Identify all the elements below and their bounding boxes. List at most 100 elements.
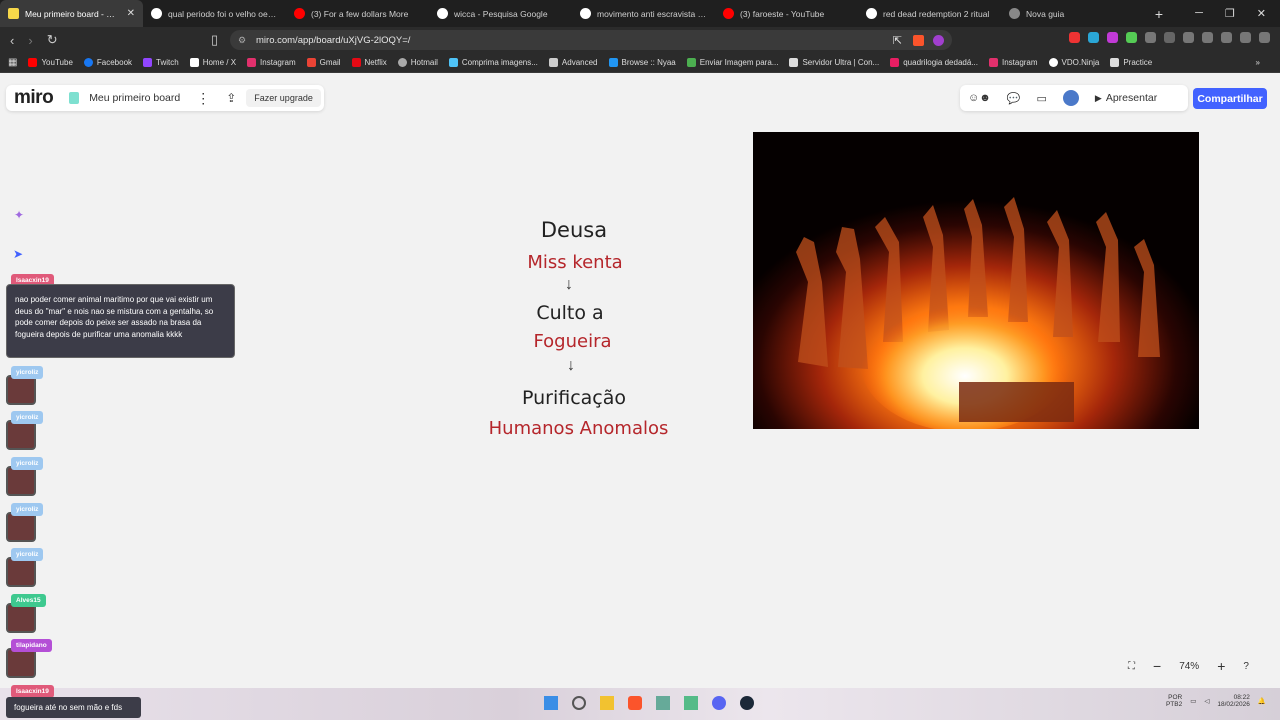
reactions-icon[interactable]: ☺☻ bbox=[968, 92, 991, 104]
tab-title: red dead redemption 2 ritual bbox=[883, 8, 990, 19]
comments-icon[interactable]: 💬 bbox=[1007, 92, 1021, 105]
keyboard-language[interactable]: POR bbox=[1166, 694, 1182, 701]
flow-humanos-anomalos[interactable]: Humanos Anomalos bbox=[476, 418, 681, 439]
bookmark-youtube[interactable]: YouTube bbox=[28, 58, 73, 67]
app-icon[interactable] bbox=[656, 696, 670, 710]
extension-icon[interactable] bbox=[1088, 32, 1099, 43]
board-title[interactable]: Meu primeiro board bbox=[89, 92, 180, 104]
bookmark-enviar-imagem[interactable]: Enviar Imagem para... bbox=[686, 58, 778, 67]
apps-grid-icon[interactable]: ▦ bbox=[8, 57, 17, 68]
upgrade-button[interactable]: Fazer upgrade bbox=[246, 89, 321, 107]
notification-icon[interactable]: 🔔 bbox=[1258, 697, 1266, 705]
bookmark-advanced[interactable]: Advanced bbox=[548, 58, 598, 67]
url-text: miro.com/app/board/uXjVG-2lOQY=/ bbox=[256, 34, 411, 46]
share-button[interactable]: Compartilhar bbox=[1193, 88, 1267, 109]
menu-icon[interactable] bbox=[1259, 32, 1270, 43]
shield-icon bbox=[1009, 8, 1020, 19]
bonfire-ritual-image[interactable] bbox=[753, 132, 1199, 429]
video-call-icon[interactable]: ▭ bbox=[1037, 92, 1047, 105]
zoom-in-icon[interactable]: + bbox=[1217, 658, 1225, 674]
vpn-icon[interactable] bbox=[1240, 32, 1251, 43]
bookmark-facebook[interactable]: Facebook bbox=[83, 58, 132, 67]
extension-icon[interactable] bbox=[1069, 32, 1080, 43]
bookmark-practice[interactable]: Practice bbox=[1110, 58, 1152, 67]
board-header-panel: miro Meu primeiro board ⋮ ⇪ Fazer upgrad… bbox=[6, 85, 324, 111]
wallet-icon[interactable] bbox=[1221, 32, 1232, 43]
close-window-icon[interactable]: ✕ bbox=[1257, 7, 1266, 20]
bookmark-netflix[interactable]: Netflix bbox=[351, 58, 387, 67]
maximize-icon[interactable]: ❐ bbox=[1225, 7, 1235, 20]
windows-start-icon[interactable] bbox=[544, 696, 558, 710]
tab-youtube-faroeste[interactable]: (3) faroeste - YouTube bbox=[715, 0, 858, 27]
extension-icon[interactable] bbox=[1164, 32, 1175, 43]
help-icon[interactable]: ? bbox=[1243, 661, 1249, 672]
zoom-level[interactable]: 74% bbox=[1179, 661, 1199, 672]
sidebar-icon[interactable] bbox=[1202, 32, 1213, 43]
search-icon[interactable] bbox=[572, 696, 586, 710]
bookmark-hotmail[interactable]: Hotmail bbox=[397, 58, 438, 67]
arrow-down-icon: ↓ bbox=[565, 276, 573, 293]
brave-icon[interactable] bbox=[628, 696, 642, 710]
tab-red-dead[interactable]: red dead redemption 2 ritual bbox=[858, 0, 1001, 27]
export-icon[interactable]: ⇪ bbox=[226, 91, 236, 105]
more-bookmarks-icon[interactable]: » bbox=[1256, 58, 1260, 67]
present-button[interactable]: Apresentar bbox=[1106, 92, 1157, 104]
network-icon[interactable]: ▭ bbox=[1190, 697, 1196, 705]
flow-purificacao[interactable]: Purificação bbox=[504, 387, 644, 409]
music-icon[interactable] bbox=[1183, 32, 1194, 43]
fit-screen-icon[interactable]: ⛶ bbox=[1128, 661, 1135, 672]
brave-rewards-icon[interactable] bbox=[933, 34, 944, 46]
tab-wicca[interactable]: wicca - Pesquisa Google bbox=[429, 0, 572, 27]
bookmark-servidor[interactable]: Servidor Ultra | Con... bbox=[789, 58, 879, 67]
app-icon[interactable] bbox=[684, 696, 698, 710]
flow-deusa[interactable]: Deusa bbox=[514, 218, 634, 242]
site-info-icon[interactable]: ⚙ bbox=[238, 35, 246, 46]
select-tool-icon[interactable]: ➤ bbox=[13, 247, 23, 261]
share-page-icon[interactable]: ⇱ bbox=[893, 34, 902, 47]
reload-icon[interactable]: ↻ bbox=[47, 32, 58, 48]
tab-miro[interactable]: Meu primeiro board - Miro ✕ bbox=[0, 0, 143, 27]
bookmark-instagram-2[interactable]: Instagram bbox=[988, 58, 1038, 67]
flow-fogueira[interactable]: Fogueira bbox=[510, 331, 635, 352]
avatar[interactable] bbox=[1062, 90, 1079, 106]
tab-anti-escravista[interactable]: movimento anti escravista - Pe bbox=[572, 0, 715, 27]
bookmark-icon[interactable]: ▯ bbox=[211, 32, 218, 48]
url-input[interactable]: ⚙ miro.com/app/board/uXjVG-2lOQY=/ ⇱ bbox=[230, 30, 952, 50]
instagram-icon bbox=[988, 58, 998, 67]
zoom-out-icon[interactable]: − bbox=[1153, 658, 1161, 674]
flow-miss-kenta[interactable]: Miss kenta bbox=[505, 252, 645, 273]
more-options-icon[interactable]: ⋮ bbox=[196, 90, 210, 107]
new-tab-button[interactable]: + bbox=[1148, 6, 1170, 22]
close-tab-icon[interactable]: ✕ bbox=[127, 8, 135, 19]
bookmark-comprima[interactable]: Comprima imagens... bbox=[448, 58, 538, 67]
flow-culto-a[interactable]: Culto a bbox=[510, 302, 630, 324]
bookmark-nyaa[interactable]: Browse :: Nyaa bbox=[608, 58, 676, 67]
clock-date[interactable]: 18/02/2026 bbox=[1217, 701, 1250, 708]
volume-icon[interactable]: ◁ bbox=[1204, 697, 1209, 705]
bookmark-quadrilogia[interactable]: quadrilogia dedadá... bbox=[890, 58, 978, 67]
discord-icon[interactable] bbox=[712, 696, 726, 710]
youtube-favicon-icon bbox=[294, 8, 305, 19]
tab-google-velho-oeste[interactable]: qual periodo foi o velho oeste bbox=[143, 0, 286, 27]
file-explorer-icon[interactable] bbox=[600, 696, 614, 710]
clock-time[interactable]: 08:22 bbox=[1217, 694, 1250, 701]
ai-sparkle-icon[interactable]: ✦ bbox=[14, 208, 24, 222]
extension-icon[interactable] bbox=[1126, 32, 1137, 43]
keyboard-layout[interactable]: PTB2 bbox=[1166, 701, 1182, 708]
bookmark-gmail[interactable]: Gmail bbox=[306, 58, 341, 67]
miro-logo[interactable]: miro bbox=[14, 87, 54, 109]
puzzle-icon[interactable] bbox=[1145, 32, 1156, 43]
tab-nova-guia[interactable]: Nova guia bbox=[1001, 0, 1144, 27]
steam-icon[interactable] bbox=[740, 696, 754, 710]
extension-icon[interactable] bbox=[1107, 32, 1118, 43]
back-icon[interactable]: ‹ bbox=[10, 33, 14, 48]
bookmark-instagram[interactable]: Instagram bbox=[247, 58, 296, 67]
bookmark-twitch[interactable]: Twitch bbox=[143, 58, 179, 67]
bookmark-vdo-ninja[interactable]: VDO.Ninja bbox=[1048, 58, 1099, 67]
minimize-icon[interactable]: ─ bbox=[1195, 7, 1203, 20]
tab-youtube-few-dollars[interactable]: (3) For a few dollars More bbox=[286, 0, 429, 27]
present-play-icon[interactable]: ▶ bbox=[1095, 93, 1102, 104]
brave-shield-icon[interactable] bbox=[913, 34, 924, 46]
bookmark-x[interactable]: Home / X bbox=[189, 58, 236, 67]
forward-icon[interactable]: › bbox=[28, 33, 32, 48]
